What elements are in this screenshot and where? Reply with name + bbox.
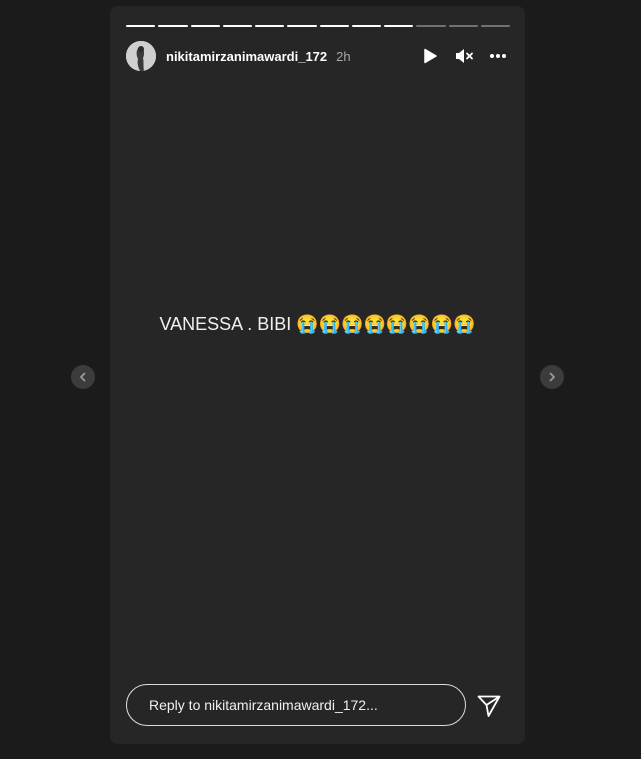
progress-segment [190, 25, 220, 27]
progress-segment [319, 25, 349, 27]
send-button[interactable] [476, 693, 502, 719]
progress-segment [255, 25, 285, 27]
next-story-button[interactable] [540, 365, 564, 389]
progress-segment [158, 25, 188, 27]
play-icon [424, 48, 437, 64]
story-viewer: nikitamirzanimawardi_172 2h VANESSA . BI… [110, 6, 525, 744]
avatar[interactable] [126, 41, 156, 71]
progress-segment [126, 25, 156, 27]
story-username[interactable]: nikitamirzanimawardi_172 [166, 49, 327, 64]
reply-input[interactable] [147, 696, 445, 714]
send-icon [477, 695, 501, 717]
progress-segment [384, 25, 414, 27]
story-progress-bar [126, 25, 510, 27]
story-caption: VANESSA . BIBI 😭😭😭😭😭😭😭😭 [159, 314, 476, 334]
chevron-right-icon [549, 372, 555, 382]
chevron-left-icon [80, 372, 86, 382]
story-timestamp: 2h [336, 48, 351, 64]
previous-story-button[interactable] [71, 365, 95, 389]
more-options-button[interactable] [486, 44, 510, 68]
mute-button[interactable] [452, 44, 476, 68]
progress-segment [287, 25, 317, 27]
speaker-muted-icon [456, 49, 473, 63]
more-horizontal-icon [490, 54, 506, 58]
progress-segment [448, 25, 478, 27]
progress-segment [351, 25, 381, 27]
reply-field[interactable] [126, 684, 466, 726]
story-header: nikitamirzanimawardi_172 2h [126, 40, 510, 72]
story-controls [418, 44, 510, 68]
progress-segment [416, 25, 446, 27]
progress-segment [222, 25, 252, 27]
progress-segment [480, 25, 510, 27]
play-button[interactable] [418, 44, 442, 68]
